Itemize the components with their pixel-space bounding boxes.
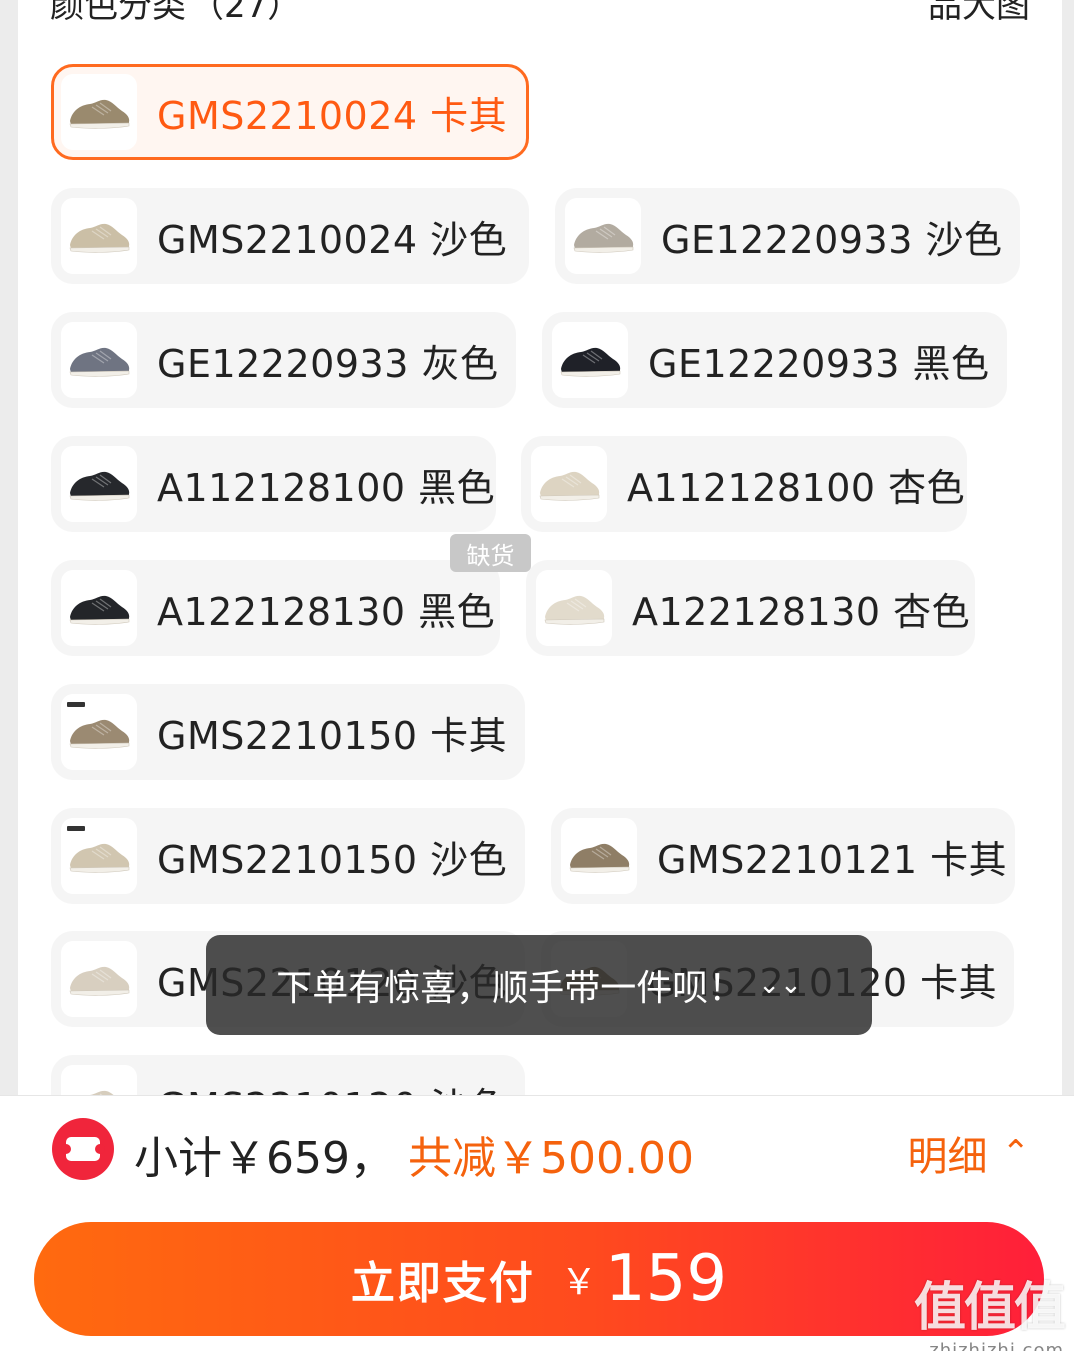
variant-chip[interactable]: GE12220933 黑色 [542, 312, 1007, 408]
variant-chip[interactable]: A122128130 杏色 [526, 560, 975, 656]
variant-sheet: 颜色分类 （27） 品大图 GMS2210024 卡其 GMS2210024 沙色 G… [18, 0, 1062, 1095]
variant-chip[interactable]: GE12220933 灰色 [51, 312, 516, 408]
shoe-icon [69, 966, 130, 996]
subtotal-text: 小计￥659， [134, 1133, 394, 1184]
variant-chip[interactable]: GMS2210024 沙色 [51, 188, 529, 284]
promo-toast[interactable]: 下单有惊喜，顺手带一件呗！ ⌄⌄ [206, 935, 872, 1035]
details-button[interactable]: 明细 ⌃ [908, 1124, 1031, 1182]
shoe-icon [69, 471, 130, 501]
shoe-thumbnail [531, 446, 607, 522]
toast-text: 下单有惊喜，顺手带一件呗！ [276, 968, 745, 1009]
variant-label: A112128100 杏色 [627, 465, 966, 510]
variant-chip[interactable]: A112128100 杏色 [521, 436, 967, 532]
shoe-icon [90, 1090, 114, 1095]
shoe-thumbnail [61, 818, 137, 894]
shoe-thumbnail [61, 941, 137, 1017]
variant-chip[interactable]: GMS2210120 沙色 [51, 1055, 525, 1095]
variant-label: GE12220933 灰色 [157, 341, 499, 386]
pay-currency: ￥ [560, 1262, 597, 1303]
sheet-header: 颜色分类 （27） 品大图 [50, 0, 1030, 26]
shoe-thumbnail [61, 74, 137, 150]
variant-label: GMS2210120 沙色 [157, 1076, 507, 1096]
shoe-icon [69, 595, 130, 625]
variant-chip[interactable]: A112128100 黑色 [51, 436, 496, 532]
shoe-thumbnail [61, 1065, 137, 1095]
variant-chip[interactable]: GMS2210150 卡其 [51, 684, 525, 780]
shoe-icon [544, 595, 605, 625]
shoe-thumbnail [61, 198, 137, 274]
shoe-icon [560, 347, 621, 377]
shoe-icon [69, 719, 130, 749]
shoe-icon [539, 471, 600, 501]
variant-label: GMS2210150 沙色 [157, 837, 508, 882]
shoe-thumbnail [61, 570, 137, 646]
shoe-icon [69, 99, 130, 129]
coupon-ticket-icon [52, 1118, 114, 1180]
out-of-stock-badge: 缺货 [450, 534, 531, 572]
variant-chip[interactable]: A122128130 黑色 [51, 560, 500, 656]
shoe-icon [569, 843, 630, 873]
details-label: 明细 [907, 1134, 988, 1180]
site-watermark: 值值值 zhizhizhi.com [913, 1265, 1066, 1351]
variant-chip[interactable]: GE12220933 沙色 [555, 188, 1020, 284]
shoe-thumbnail [536, 570, 612, 646]
shoe-icon [69, 347, 130, 377]
shoe-thumbnail [61, 322, 137, 398]
variant-label: GMS2210121 卡其 [657, 837, 1008, 882]
variant-label: GE12220933 黑色 [648, 341, 990, 386]
shoe-thumbnail [552, 322, 628, 398]
big-image-toggle[interactable]: 品大图 [928, 0, 1030, 27]
shoe-thumbnail [565, 198, 641, 274]
shoe-icon [573, 223, 634, 253]
variant-chip[interactable]: GMS2210150 沙色 [51, 808, 525, 904]
section-label: 颜色分类 [50, 0, 186, 26]
shoe-thumbnail [61, 446, 137, 522]
variant-label: A112128100 黑色 [157, 465, 496, 510]
variant-chip[interactable]: GMS2210024 卡其 [51, 64, 529, 160]
shoe-thumbnail [561, 818, 637, 894]
variant-label: A122128130 黑色 [157, 589, 496, 634]
pay-amount: 159 [604, 1242, 728, 1316]
shoe-thumbnail [61, 694, 137, 770]
variant-label: GMS2210150 卡其 [157, 713, 508, 758]
discount-text: 共减￥500.00 [408, 1133, 694, 1184]
variant-label: GMS2210024 沙色 [157, 217, 508, 262]
pay-label: 立即支付 [350, 1258, 535, 1309]
chevron-up-icon: ⌃ [1001, 1133, 1031, 1173]
variant-chip[interactable]: GMS2210121 卡其 [551, 808, 1015, 904]
shoe-icon [69, 223, 130, 253]
variant-label: GMS2210024 卡其 [157, 93, 508, 138]
variant-label: GE12220933 沙色 [661, 217, 1003, 262]
variant-count: （27） [190, 0, 302, 26]
checkout-footer: 小计￥659， 共减￥500.00 明细 ⌃ 立即支付 ￥ 159 [0, 1095, 1074, 1351]
watermark-brand: 值值值 [913, 1278, 1066, 1338]
watermark-site: zhizhizhi.com [929, 1340, 1064, 1351]
variant-label: A122128130 杏色 [632, 589, 971, 634]
shoe-icon [69, 843, 130, 873]
pay-now-button[interactable]: 立即支付 ￥ 159 [34, 1222, 1044, 1336]
double-chevron-down-icon: ⌄⌄ [758, 970, 802, 1000]
